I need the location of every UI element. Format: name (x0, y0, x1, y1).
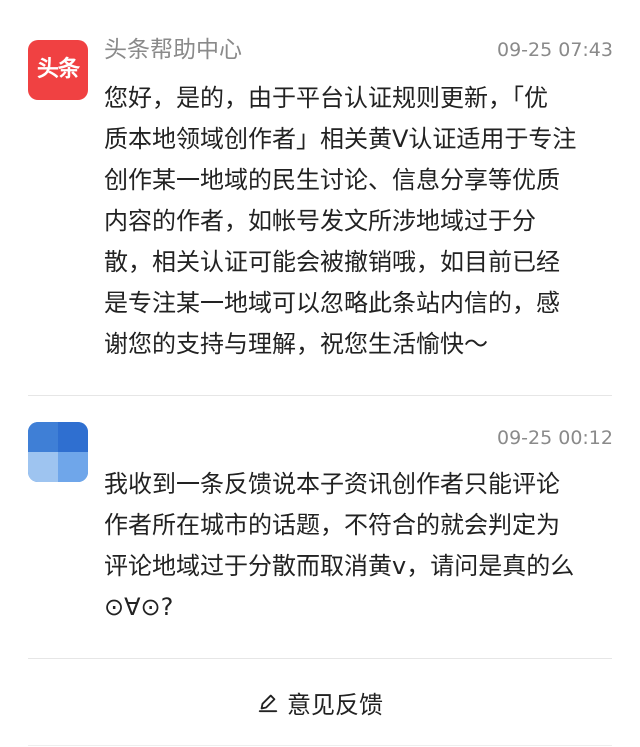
message-item[interactable]: 头条 头条帮助中心 09-25 07:43 您好，是的，由于平台认证规则更新，「… (0, 0, 640, 395)
message-body: 我收到一条反馈说本子资讯创作者只能评论 作者所在城市的话题，不符合的就会判定为 … (104, 470, 575, 621)
avatar-logo-text: 头条 (36, 57, 80, 82)
divider (28, 745, 612, 746)
toutiao-avatar: 头条 (28, 40, 88, 100)
message-body: 您好，是的，由于平台认证规则更新，「优 质本地领域创作者」相关黄V认证适用于专注… (104, 84, 577, 358)
sender-name: 头条帮助中心 (104, 37, 242, 63)
user-avatar (28, 422, 88, 482)
message-time: 09-25 07:43 (496, 39, 613, 61)
message-time: 09-25 00:12 (496, 427, 613, 449)
pencil-icon (258, 694, 278, 713)
message-item[interactable]: 09-25 00:12 我收到一条反馈说本子资讯创作者只能评论 作者所在城市的话… (0, 396, 640, 658)
feedback-label: 意见反馈 (287, 690, 383, 719)
feedback-button[interactable]: 意见反馈 (0, 659, 640, 745)
